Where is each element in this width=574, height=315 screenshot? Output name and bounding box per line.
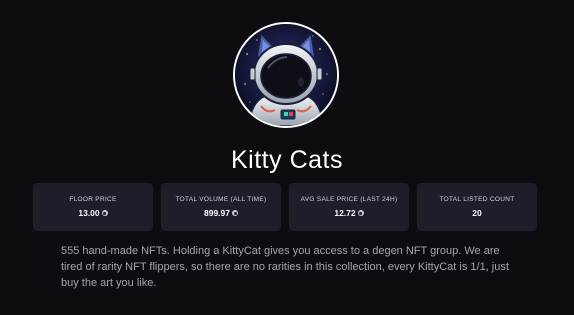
stat-avg-sale-price: AVG SALE PRICE (LAST 24H) 12.72 bbox=[289, 183, 409, 231]
stat-value: 899.97 bbox=[167, 208, 275, 218]
astronaut-cat-icon bbox=[235, 24, 337, 126]
stat-label: FLOOR PRICE bbox=[69, 196, 117, 203]
collection-title: Kitty Cats bbox=[231, 146, 343, 174]
stat-value: 20 bbox=[472, 208, 482, 218]
stats-row: FLOOR PRICE 13.00 TOTAL VOLUME (ALL TIME… bbox=[33, 183, 538, 231]
stat-value: 13.00 bbox=[39, 208, 147, 218]
stat-label: TOTAL LISTED COUNT bbox=[439, 196, 515, 203]
stat-label: TOTAL VOLUME (ALL TIME) bbox=[175, 196, 267, 203]
collection-avatar bbox=[233, 22, 339, 128]
collection-description: 555 hand-made NFTs. Holding a KittyCat g… bbox=[61, 245, 509, 289]
sol-coin-icon bbox=[357, 210, 364, 216]
collection-page: Kitty Cats FLOOR PRICE 13.00 TOTAL VOLUM… bbox=[0, 0, 574, 315]
stat-label: AVG SALE PRICE (LAST 24H) bbox=[300, 196, 398, 203]
stat-total-listed-count: TOTAL LISTED COUNT 20 bbox=[417, 183, 537, 231]
stat-floor-price: FLOOR PRICE 13.00 bbox=[33, 183, 153, 231]
stat-total-volume: TOTAL VOLUME (ALL TIME) 899.97 bbox=[161, 183, 281, 231]
stat-value: 12.72 bbox=[295, 208, 403, 218]
sol-coin-icon bbox=[101, 210, 108, 216]
sol-coin-icon bbox=[232, 210, 238, 216]
